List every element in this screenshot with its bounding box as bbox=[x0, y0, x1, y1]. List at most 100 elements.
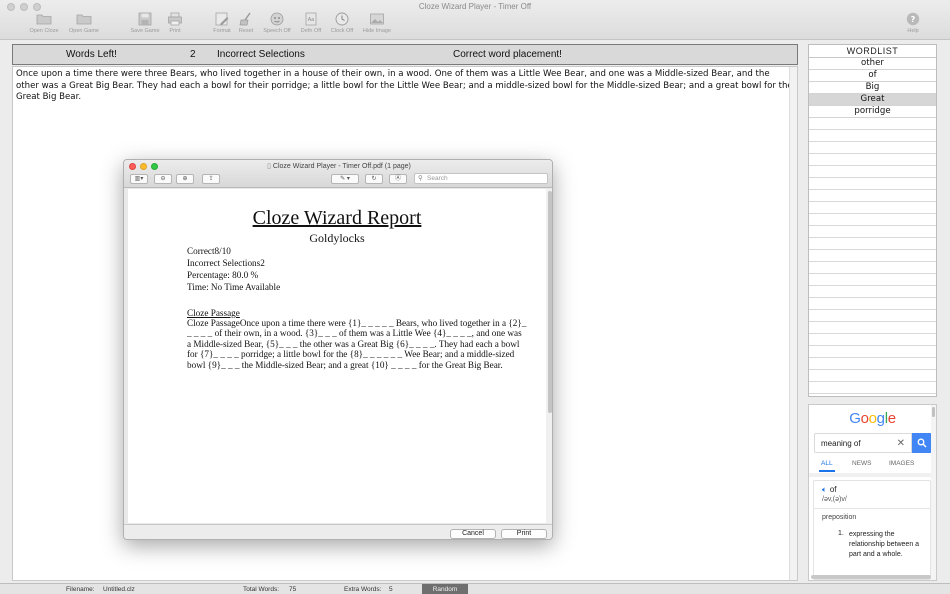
cancel-button[interactable]: Cancel bbox=[450, 529, 496, 539]
svg-text:?: ? bbox=[911, 15, 916, 24]
status-bar: Filename: Untitled.clz Total Words: 75 E… bbox=[0, 583, 950, 594]
svg-text:Aa: Aa bbox=[308, 17, 314, 23]
pdf-page: Cloze Wizard Report Goldylocks Correct8/… bbox=[128, 189, 546, 523]
feedback-message: Correct word placement! bbox=[453, 49, 562, 60]
defined-word: of bbox=[829, 485, 837, 494]
wordlist-item[interactable]: porridge bbox=[809, 106, 936, 118]
rotate-icon[interactable]: ↻ bbox=[365, 174, 383, 184]
google-logo: Google bbox=[849, 410, 896, 427]
wordlist-panel: WORDLIST other of Big Great porridge bbox=[808, 44, 937, 397]
total-words-label: Total Words: bbox=[243, 586, 280, 593]
dictionary-icon: Aa bbox=[303, 12, 319, 26]
speech-face-icon bbox=[269, 12, 285, 26]
wordlist-empty-row bbox=[809, 166, 936, 178]
markup-pen-icon[interactable]: ✎ ▾ bbox=[331, 174, 359, 184]
wordlist-empty-row bbox=[809, 322, 936, 334]
filename-label: Filename: bbox=[66, 586, 95, 593]
clock-icon bbox=[334, 12, 350, 26]
pdf-titlebar: ▯ Cloze Wizard Player - Timer Off.pdf (1… bbox=[124, 160, 552, 188]
folder-icon bbox=[36, 12, 52, 26]
wordlist-empty-row bbox=[809, 298, 936, 310]
google-scrollbar[interactable] bbox=[931, 405, 936, 580]
clock-toggle-button[interactable]: Clock Off bbox=[322, 12, 362, 34]
window-title: Cloze Wizard Player - Timer Off bbox=[418, 2, 532, 11]
passage-scrollbar[interactable] bbox=[789, 67, 797, 580]
help-button[interactable]: ? Help bbox=[893, 12, 933, 34]
tab-all[interactable]: ALL bbox=[821, 460, 833, 467]
pdf-preview-window: ▯ Cloze Wizard Player - Timer Off.pdf (1… bbox=[123, 159, 553, 540]
pdf-search-input[interactable]: ⚲ Search bbox=[414, 173, 548, 184]
wordlist-empty-row bbox=[809, 226, 936, 238]
speaker-icon[interactable]: 🔈︎ bbox=[822, 485, 827, 494]
wordlist-item[interactable]: of bbox=[809, 70, 936, 82]
wordlist-empty-row bbox=[809, 286, 936, 298]
incorrect-selections-label: Incorrect Selections bbox=[217, 49, 305, 60]
random-button[interactable]: Random bbox=[422, 584, 468, 594]
report-correct: Correct8/10 bbox=[187, 246, 231, 256]
wordlist-empty-row bbox=[809, 142, 936, 154]
image-icon bbox=[369, 12, 385, 26]
wordlist-empty-row bbox=[809, 358, 936, 370]
wordlist-empty-row bbox=[809, 190, 936, 202]
total-words-value: 75 bbox=[289, 586, 297, 593]
report-incorrect: Incorrect Selections2 bbox=[187, 258, 265, 268]
wordlist-empty-row bbox=[809, 202, 936, 214]
open-game-button[interactable]: Open Game bbox=[64, 12, 104, 34]
story-title: Goldylocks bbox=[309, 231, 365, 245]
filename-value: Untitled.clz bbox=[103, 586, 135, 593]
wordlist-item[interactable]: Big bbox=[809, 82, 936, 94]
wordlist-empty-row bbox=[809, 382, 936, 394]
clear-search-icon[interactable]: ✕ bbox=[897, 438, 905, 449]
cloze-passage-report: Cloze PassageOnce upon a time there were… bbox=[187, 318, 527, 370]
pdf-window-title: ▯ Cloze Wizard Player - Timer Off.pdf (1… bbox=[267, 163, 411, 170]
cloze-passage-text[interactable]: Once upon a time there were three Bears,… bbox=[13, 67, 797, 106]
wordlist-empty-row bbox=[809, 118, 936, 130]
share-icon[interactable]: ⇪ bbox=[202, 174, 220, 184]
pdf-button-bar: Cancel Print bbox=[124, 524, 552, 539]
words-left-count: 2 bbox=[190, 49, 196, 60]
extra-words-value: 5 bbox=[389, 586, 393, 593]
tab-images[interactable]: IMAGES bbox=[889, 460, 914, 467]
zoom-in-icon[interactable]: ⊕ bbox=[176, 174, 194, 184]
tab-news[interactable]: NEWS bbox=[852, 460, 872, 467]
help-icon: ? bbox=[905, 12, 921, 26]
wordlist-empty-row bbox=[809, 214, 936, 226]
print-confirm-button[interactable]: Print bbox=[501, 529, 547, 539]
zoom-out-icon[interactable]: ⊖ bbox=[154, 174, 172, 184]
broom-icon bbox=[238, 12, 254, 26]
print-button[interactable]: Print bbox=[155, 12, 195, 34]
google-search-button[interactable] bbox=[912, 433, 932, 453]
wordlist-empty-row bbox=[809, 250, 936, 262]
wordlist-empty-row bbox=[809, 346, 936, 358]
report-title: Cloze Wizard Report bbox=[252, 207, 422, 229]
wordlist-empty-row bbox=[809, 262, 936, 274]
wordlist-header: WORDLIST bbox=[809, 45, 936, 58]
wordlist-empty-row bbox=[809, 238, 936, 250]
sidebar-toggle-icon[interactable]: ▥▾ bbox=[130, 174, 148, 184]
google-horizontal-scrollbar[interactable] bbox=[811, 575, 931, 579]
open-cloze-button[interactable]: Open Cloze bbox=[24, 12, 64, 34]
floppy-disk-icon bbox=[137, 12, 153, 26]
wordlist-empty-rows bbox=[809, 118, 936, 394]
definition-number: 1. bbox=[838, 530, 844, 537]
pdf-scrollbar[interactable] bbox=[546, 189, 552, 523]
folder-icon bbox=[76, 12, 92, 26]
divider bbox=[814, 508, 932, 509]
extra-words-label: Extra Words: bbox=[344, 586, 382, 593]
report-percentage: Percentage: 80.0 % bbox=[187, 270, 259, 280]
wordlist-empty-row bbox=[809, 130, 936, 142]
wordlist-empty-row bbox=[809, 178, 936, 190]
app-toolbar: Cloze Wizard Player - Timer Off Open Clo… bbox=[0, 0, 950, 40]
google-definition-panel: Google meaning of ✕ ALL NEWS IMAGES 🔈︎ of… bbox=[808, 404, 937, 581]
wordlist-empty-row bbox=[809, 154, 936, 166]
annotate-icon[interactable]: Ⓐ bbox=[389, 174, 407, 184]
wordlist-item-selected[interactable]: Great bbox=[809, 94, 936, 106]
hide-image-button[interactable]: Hide Image bbox=[357, 12, 397, 34]
google-search-input[interactable]: meaning of ✕ bbox=[814, 433, 912, 453]
search-icon bbox=[917, 438, 927, 448]
report-time: Time: No Time Available bbox=[187, 282, 281, 292]
definition-card: 🔈︎ of /əv,(ə)v/ preposition 1. expressing… bbox=[813, 480, 932, 580]
wordlist-empty-row bbox=[809, 274, 936, 286]
wordlist-item[interactable]: other bbox=[809, 58, 936, 70]
wordlist-empty-row bbox=[809, 370, 936, 382]
